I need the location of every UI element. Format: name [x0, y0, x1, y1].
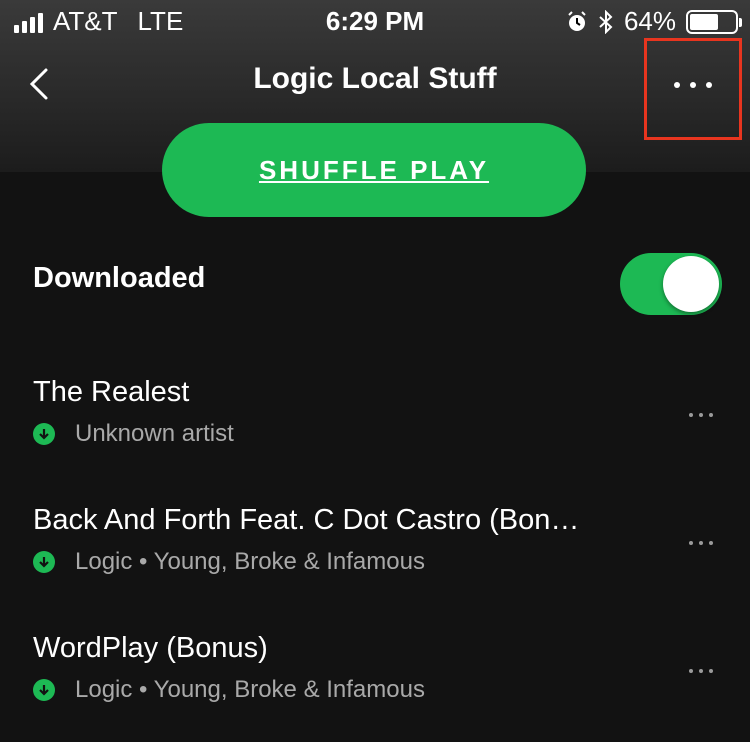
downloaded-label: Downloaded [33, 262, 206, 294]
more-horizontal-icon [647, 75, 739, 93]
downloaded-icon [33, 423, 55, 445]
track-title: The Realest [33, 376, 190, 408]
track-subtitle-row: Unknown artist [33, 420, 234, 448]
downloaded-toggle[interactable] [620, 253, 722, 315]
track-subtitle-row: Logic • Young, Broke & Infamous [33, 548, 425, 576]
track-row[interactable]: The Realest Unknown artist [0, 376, 750, 486]
track-title: Back And Forth Feat. C Dot Castro (Bon… [33, 504, 580, 536]
status-right: 64% [566, 6, 742, 37]
track-row[interactable]: WordPlay (Bonus) Logic • Young, Broke & … [0, 632, 750, 742]
track-more-button[interactable] [676, 532, 726, 558]
track-artist: Logic • Young, Broke & Infamous [75, 676, 425, 703]
shuffle-play-button[interactable]: SHUFFLE PLAY [162, 123, 586, 217]
track-more-button[interactable] [676, 404, 726, 430]
battery-percent: 64% [623, 6, 676, 36]
battery-icon [686, 9, 742, 34]
alarm-icon [568, 10, 586, 31]
downloaded-icon [33, 551, 55, 573]
battery-level [690, 13, 719, 30]
track-row[interactable]: Back And Forth Feat. C Dot Castro (Bon… … [0, 504, 750, 614]
downloaded-icon [33, 679, 55, 701]
status-bar: AT&T LTE 6:29 PM 64% [0, 0, 750, 40]
toggle-knob [663, 256, 719, 312]
track-more-button[interactable] [676, 660, 726, 686]
page-title: Logic Local Stuff [253, 62, 497, 95]
track-artist: Unknown artist [75, 420, 234, 447]
track-title: WordPlay (Bonus) [33, 632, 268, 664]
track-artist: Logic • Young, Broke & Infamous [75, 548, 425, 575]
track-subtitle-row: Logic • Young, Broke & Infamous [33, 676, 425, 704]
more-options-button[interactable] [644, 38, 742, 140]
bluetooth-icon [599, 9, 613, 34]
